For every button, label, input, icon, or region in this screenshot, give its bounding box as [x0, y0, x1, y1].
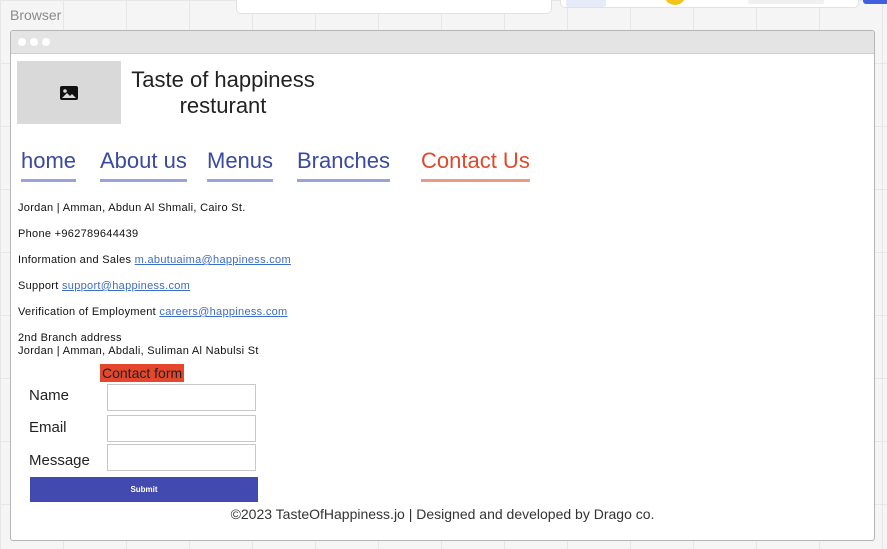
- message-label: Message: [29, 452, 90, 469]
- branch2-address: Jordan | Amman, Abdali, Suliman Al Nabul…: [18, 345, 259, 357]
- window-dot-icon[interactable]: [42, 38, 50, 46]
- background-button: [863, 0, 887, 4]
- branch2-label: 2nd Branch address: [18, 332, 122, 344]
- submit-button[interactable]: Submit: [30, 477, 258, 502]
- page-content: Taste of happiness resturant home About …: [11, 54, 874, 540]
- email-label: Email: [29, 419, 67, 436]
- careers-email-link[interactable]: careers@happiness.com: [159, 306, 287, 318]
- background-card: [236, 0, 552, 14]
- browser-title-bar: [11, 31, 874, 54]
- window-dot-icon[interactable]: [18, 38, 26, 46]
- phone-text: Phone +962789644439: [18, 228, 139, 240]
- email-field[interactable]: [107, 415, 256, 442]
- image-icon: [60, 85, 78, 100]
- site-title: Taste of happiness resturant: [123, 67, 323, 119]
- address-text: Jordan | Amman, Abdun Al Shmali, Cairo S…: [18, 202, 246, 214]
- background-chip: [748, 0, 824, 4]
- footer-text: ©2023 TasteOfHappiness.jo | Designed and…: [230, 506, 655, 522]
- name-label: Name: [29, 387, 70, 404]
- sales-email-link[interactable]: m.abutuaima@happiness.com: [135, 254, 291, 266]
- employment-label: Verification of Employment: [18, 306, 157, 318]
- logo-image: [17, 61, 121, 124]
- nav-branches[interactable]: Branches: [297, 148, 390, 182]
- browser-window: Taste of happiness resturant home About …: [10, 30, 875, 541]
- sales-label: Information and Sales: [18, 254, 132, 266]
- site-title-line: Taste of happiness: [131, 67, 315, 92]
- nav-contact-us[interactable]: Contact Us: [421, 148, 530, 182]
- nav-menus[interactable]: Menus: [207, 148, 274, 182]
- nav-home[interactable]: home: [21, 148, 77, 182]
- support-line: Support support@happiness.com: [18, 280, 190, 293]
- name-field[interactable]: [107, 384, 256, 411]
- nav-about-us[interactable]: About us: [100, 148, 187, 182]
- site-subtitle-line: resturant: [179, 93, 267, 118]
- message-field[interactable]: [107, 444, 256, 471]
- canvas-label: Browser: [10, 7, 62, 23]
- sales-line: Information and Sales m.abutuaima@happin…: [18, 254, 291, 267]
- support-email-link[interactable]: support@happiness.com: [62, 280, 190, 292]
- background-chip: [566, 0, 606, 7]
- employment-line: Verification of Employment careers@happi…: [18, 306, 288, 319]
- window-dot-icon[interactable]: [30, 38, 38, 46]
- support-label: Support: [18, 280, 59, 292]
- contact-form-heading: Contact form: [100, 364, 185, 382]
